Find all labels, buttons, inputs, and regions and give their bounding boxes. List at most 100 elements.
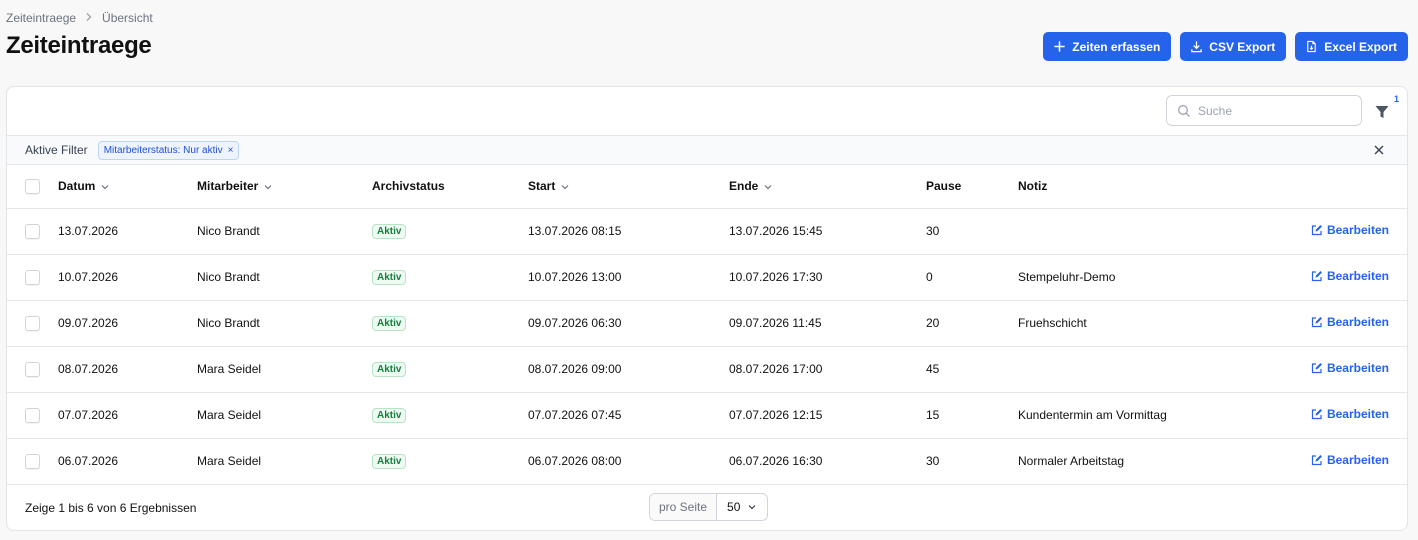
search-input[interactable]: [1198, 103, 1348, 118]
edit-row-button[interactable]: Bearbeiten: [1311, 315, 1389, 329]
download-icon: [1191, 41, 1203, 53]
table-row: 10.07.2026 Nico Brandt Aktiv 10.07.2026 13:…: [7, 254, 1407, 300]
clear-filters-icon[interactable]: [1371, 142, 1387, 158]
cell-start: 10.07.2026 13:00: [528, 270, 622, 284]
row-checkbox[interactable]: [25, 361, 40, 377]
column-header-datum[interactable]: Datum: [58, 165, 197, 209]
cell-actions: Bearbeiten: [1297, 438, 1407, 484]
column-header-notiz: Notiz: [1018, 165, 1297, 209]
cell-datum: 09.07.2026: [58, 316, 119, 330]
remove-filter-chip-icon[interactable]: ×: [228, 145, 234, 156]
edit-row-button[interactable]: Bearbeiten: [1311, 407, 1389, 421]
per-page-select[interactable]: 50: [717, 494, 767, 520]
edit-row-label: Bearbeiten: [1326, 361, 1389, 375]
row-checkbox[interactable]: [25, 223, 40, 239]
row-checkbox[interactable]: [25, 453, 40, 469]
cell-ende: 06.07.2026 16:30: [729, 454, 823, 468]
column-header-archivstatus: Archivstatus: [372, 165, 528, 209]
cell-ende: 13.07.2026 15:45: [729, 224, 823, 238]
cell-archivstatus: Aktiv: [372, 208, 528, 254]
csv-export-button[interactable]: CSV Export: [1180, 32, 1287, 61]
status-badge: Aktiv: [372, 270, 407, 285]
cell-datum: 07.07.2026: [58, 408, 119, 422]
select-all-cell: [7, 165, 58, 209]
table-row: 07.07.2026 Mara Seidel Aktiv 07.07.2026 07:…: [7, 392, 1407, 438]
row-checkbox[interactable]: [25, 315, 40, 331]
excel-export-button[interactable]: Excel Export: [1295, 32, 1408, 61]
column-header-start-label: Start: [528, 179, 556, 194]
table-row: 09.07.2026 Nico Brandt Aktiv 09.07.2026 06:…: [7, 300, 1407, 346]
cell-notiz: Normaler Arbeitstag: [1018, 454, 1125, 468]
row-select-cell: [7, 208, 58, 254]
cell-start: 09.07.2026 06:30: [528, 316, 622, 330]
active-filters-bar: Aktive Filter Mitarbeiterstatus: Nur akt…: [7, 136, 1407, 165]
filter-count-badge: 1: [1394, 94, 1400, 104]
edit-row-label: Bearbeiten: [1326, 223, 1389, 237]
breadcrumb-parent-link[interactable]: Zeiteintraege: [6, 11, 76, 25]
cell-ende: 10.07.2026 17:30: [729, 270, 823, 284]
column-header-ende-label: Ende: [729, 179, 759, 194]
edit-row-button[interactable]: Bearbeiten: [1311, 269, 1389, 283]
status-badge: Aktiv: [372, 224, 407, 239]
edit-row-label: Bearbeiten: [1326, 407, 1389, 421]
row-checkbox[interactable]: [25, 407, 40, 423]
cell-actions: Bearbeiten: [1297, 254, 1407, 300]
table-row: 13.07.2026 Nico Brandt Aktiv 13.07.2026 08:…: [7, 208, 1407, 254]
create-time-entry-button[interactable]: Zeiten erfassen: [1043, 32, 1172, 61]
row-select-cell: [7, 438, 58, 484]
column-header-start[interactable]: Start: [528, 165, 729, 209]
cell-notiz: Kundentermin am Vormittag: [1018, 408, 1167, 422]
cell-pause: 30: [926, 224, 940, 238]
cell-datum: 06.07.2026: [58, 454, 119, 468]
edit-icon: [1311, 317, 1322, 328]
cell-notiz: Fruehschicht: [1018, 316, 1087, 330]
cell-archivstatus: Aktiv: [372, 254, 528, 300]
edit-icon: [1311, 225, 1322, 236]
edit-icon: [1311, 271, 1322, 282]
csv-export-label: CSV Export: [1209, 39, 1276, 54]
search-icon: [1178, 104, 1190, 117]
cell-actions: Bearbeiten: [1297, 392, 1407, 438]
filter-button[interactable]: 1: [1372, 94, 1399, 123]
cell-start: 13.07.2026 08:15: [528, 224, 622, 238]
cell-pause: 30: [926, 454, 940, 468]
column-header-notiz-label: Notiz: [1018, 179, 1048, 194]
edit-row-button[interactable]: Bearbeiten: [1311, 223, 1389, 237]
cell-ende: 07.07.2026 12:15: [729, 408, 823, 422]
cell-mitarbeiter: Mara Seidel: [197, 454, 262, 468]
edit-row-button[interactable]: Bearbeiten: [1311, 453, 1389, 467]
status-badge: Aktiv: [372, 454, 407, 469]
column-header-mitarbeiter[interactable]: Mitarbeiter: [197, 165, 372, 209]
chevron-down-icon: [748, 505, 756, 510]
select-all-checkbox[interactable]: [25, 178, 40, 194]
table-body: 13.07.2026 Nico Brandt Aktiv 13.07.2026 08:…: [7, 208, 1407, 484]
cell-pause: 20: [926, 316, 940, 330]
cell-pause: 0: [926, 270, 933, 284]
edit-icon: [1311, 409, 1322, 420]
breadcrumb: Zeiteintraege Übersicht: [6, 11, 153, 25]
table-footer: Zeige 1 bis 6 von 6 Ergebnissen pro Seit…: [7, 485, 1407, 530]
per-page-value: 50: [727, 500, 741, 514]
per-page-label: pro Seite: [650, 494, 718, 520]
cell-pause: 15: [926, 408, 940, 422]
edit-row-label: Bearbeiten: [1326, 453, 1389, 467]
edit-row-button[interactable]: Bearbeiten: [1311, 361, 1389, 375]
file-export-icon: [1307, 40, 1317, 53]
cell-datum: 10.07.2026: [58, 270, 119, 284]
time-entries-table: Datum Mitarbeiter Archivstatus Start End…: [7, 165, 1407, 485]
column-header-mitarbeiter-label: Mitarbeiter: [197, 179, 259, 194]
column-header-pause: Pause: [926, 165, 1018, 209]
edit-row-label: Bearbeiten: [1326, 269, 1389, 283]
search-box: [1166, 95, 1362, 126]
cell-archivstatus: Aktiv: [372, 392, 528, 438]
column-header-ende[interactable]: Ende: [729, 165, 926, 209]
row-checkbox[interactable]: [25, 269, 40, 285]
cell-actions: Bearbeiten: [1297, 208, 1407, 254]
breadcrumb-current: Übersicht: [102, 11, 153, 25]
breadcrumb-separator-icon: [84, 12, 94, 25]
excel-export-label: Excel Export: [1324, 39, 1397, 54]
status-badge: Aktiv: [372, 408, 407, 423]
cell-notiz: [1018, 346, 1297, 392]
cell-archivstatus: Aktiv: [372, 438, 528, 484]
cell-ende: 08.07.2026 17:00: [729, 362, 823, 376]
